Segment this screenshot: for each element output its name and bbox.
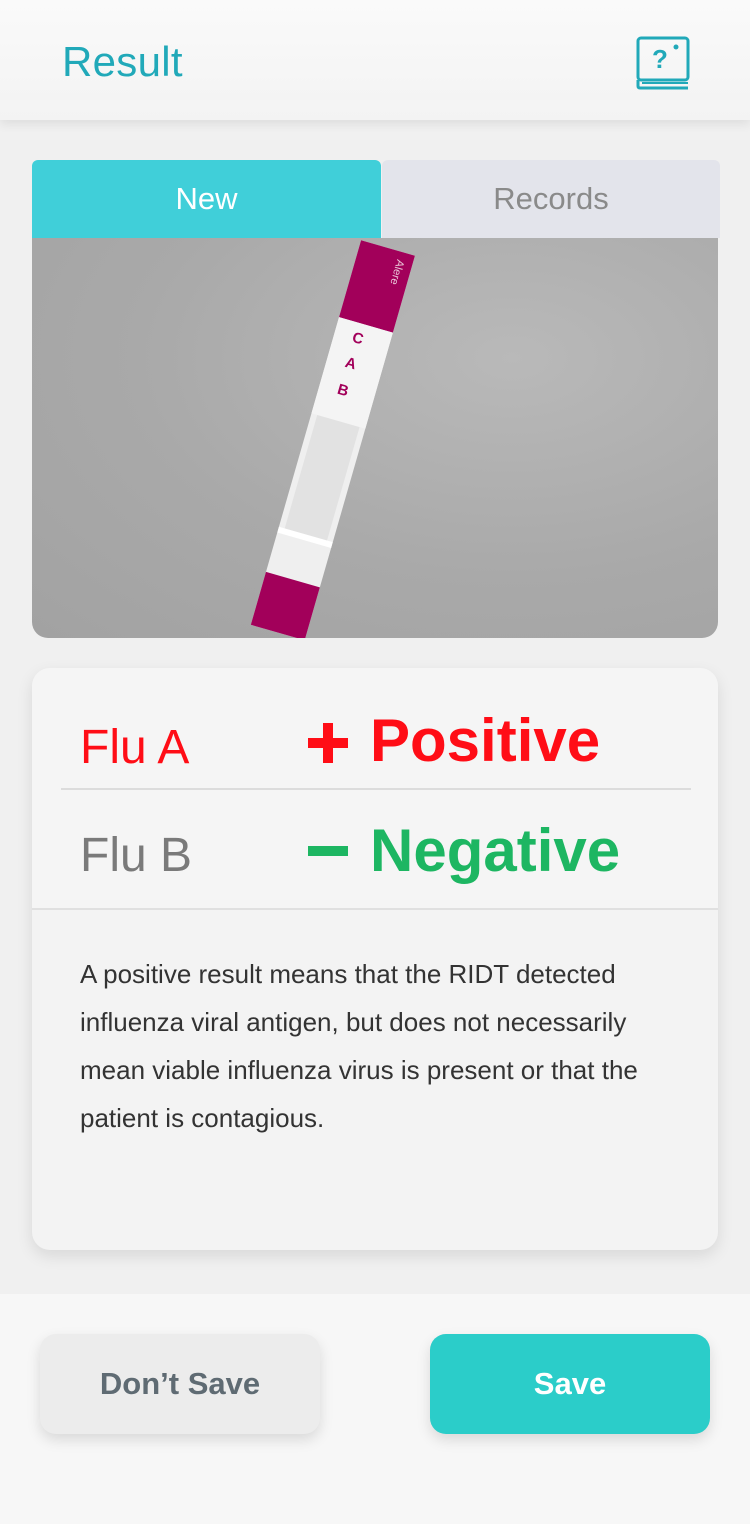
tab-new[interactable]: New — [32, 160, 381, 238]
tab-records[interactable]: Records — [382, 160, 720, 238]
app-header: Result ? — [0, 0, 750, 120]
result-summary: Flu A Positive Flu B Negative — [32, 668, 718, 908]
tab-bar: New Records — [32, 160, 720, 238]
flu-b-result: Negative — [370, 817, 621, 884]
flu-b-label: Flu B — [80, 829, 193, 882]
flu-a-result: Positive — [370, 707, 601, 774]
svg-text:?: ? — [652, 44, 668, 74]
test-strip-image: C A B Alere — [250, 240, 415, 638]
test-strip-photo: C A B Alere — [32, 238, 718, 638]
divider — [61, 788, 691, 790]
result-description: A positive result means that the RIDT de… — [80, 959, 638, 1133]
dont-save-button[interactable]: Don’t Save — [40, 1334, 320, 1434]
flu-a-label: Flu A — [80, 721, 190, 774]
divider — [32, 908, 718, 910]
page-title: Result — [62, 38, 183, 85]
result-card: Flu A Positive Flu B Negative A positive… — [32, 668, 718, 1250]
save-button[interactable]: Save — [430, 1334, 710, 1434]
help-book-icon[interactable]: ? — [636, 36, 690, 90]
